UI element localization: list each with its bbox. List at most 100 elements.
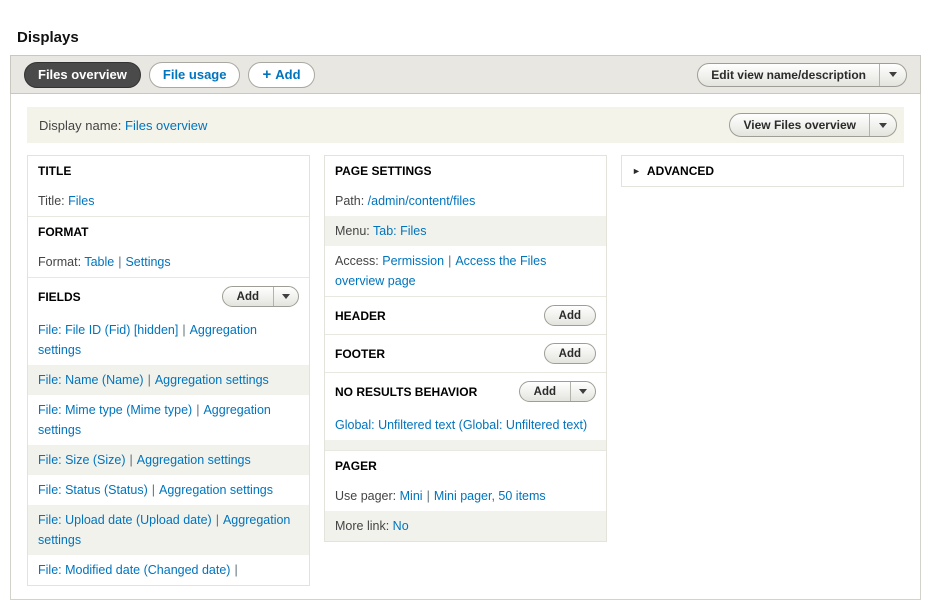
- format-heading-label: FORMAT: [38, 225, 88, 239]
- pager-heading: PAGER: [325, 451, 606, 481]
- view-files-overview-button[interactable]: View Files overview: [730, 114, 869, 136]
- no-results-add-button-group: Add: [519, 381, 596, 402]
- field-row-file-id: File: File ID (Fid) [hidden]|Aggregation…: [28, 315, 309, 365]
- no-results-heading-label: NO RESULTS BEHAVIOR: [335, 385, 477, 399]
- view-edit-panel: Display name: Files overview View Files …: [10, 94, 921, 600]
- menu-label: Menu:: [335, 224, 370, 238]
- right-column: ► ADVANCED: [621, 155, 904, 187]
- use-pager-label: Use pager:: [335, 489, 396, 503]
- field-link[interactable]: File: Name (Name): [38, 373, 144, 387]
- displays-tab-bar: Files overview File usage + Add Edit vie…: [10, 55, 921, 94]
- no-results-add-button[interactable]: Add: [520, 382, 570, 401]
- settings-columns: TITLE Title: Files FORMAT Format: Table|…: [27, 155, 904, 586]
- aggregation-settings-link[interactable]: Aggregation settings: [137, 453, 251, 467]
- access-label: Access:: [335, 254, 379, 268]
- title-row: Title: Files: [28, 186, 309, 216]
- format-section: FORMAT Format: Table|Settings: [28, 216, 309, 277]
- separator: |: [212, 513, 223, 527]
- edit-view-name-description-button-group: Edit view name/description: [697, 63, 907, 87]
- header-section-heading: HEADER Add: [325, 297, 606, 334]
- view-files-overview-button-group: View Files overview: [729, 113, 897, 137]
- more-link-row: More link: No: [325, 511, 606, 541]
- fields-add-dropdown-toggle[interactable]: [273, 287, 298, 306]
- access-row: Access: Permission|Access the Files over…: [325, 246, 606, 296]
- title-value-link[interactable]: Files: [68, 194, 94, 208]
- chevron-down-icon: [879, 123, 887, 128]
- fields-heading-label: FIELDS: [38, 290, 81, 304]
- separator: |: [192, 403, 203, 417]
- edit-view-dropdown-toggle[interactable]: [879, 64, 906, 86]
- header-add-button[interactable]: Add: [545, 306, 595, 325]
- field-link[interactable]: File: Modified date (Changed date): [38, 563, 230, 577]
- aggregation-settings-link[interactable]: Aggregation settings: [159, 483, 273, 497]
- no-results-behavior-section: NO RESULTS BEHAVIOR Add Global: Unfilter…: [325, 372, 606, 450]
- advanced-toggle[interactable]: ► ADVANCED: [622, 156, 903, 186]
- page-title: Displays: [17, 29, 935, 46]
- footer-section-heading: FOOTER Add: [325, 335, 606, 372]
- title-label: Title:: [38, 194, 65, 208]
- display-name-bar: Display name: Files overview View Files …: [27, 107, 904, 143]
- field-link[interactable]: File: File ID (Fid) [hidden]: [38, 323, 178, 337]
- separator: |: [423, 489, 434, 503]
- collapsed-arrow-icon: ►: [632, 166, 641, 176]
- tab-file-usage[interactable]: File usage: [149, 62, 241, 88]
- left-column: TITLE Title: Files FORMAT Format: Table|…: [27, 155, 310, 586]
- format-settings-link[interactable]: Settings: [125, 255, 170, 269]
- format-table-link[interactable]: Table: [84, 255, 114, 269]
- page-settings-heading-label: PAGE SETTINGS: [335, 164, 431, 178]
- chevron-down-icon: [282, 294, 290, 299]
- no-results-row: Global: Unfiltered text (Global: Unfilte…: [325, 410, 606, 440]
- access-permission-link[interactable]: Permission: [382, 254, 444, 268]
- field-link[interactable]: File: Mime type (Mime type): [38, 403, 192, 417]
- no-results-add-dropdown-toggle[interactable]: [570, 382, 595, 401]
- field-link[interactable]: File: Upload date (Upload date): [38, 513, 212, 527]
- fields-section-heading: FIELDS Add: [28, 278, 309, 315]
- format-section-heading: FORMAT: [28, 217, 309, 247]
- fields-add-button-group: Add: [222, 286, 299, 307]
- field-row-modified-date: File: Modified date (Changed date)|: [28, 555, 309, 585]
- tab-file-usage-label: File usage: [163, 67, 227, 82]
- path-row: Path: /admin/content/files: [325, 186, 606, 216]
- separator: |: [144, 373, 155, 387]
- more-link-label: More link:: [335, 519, 389, 533]
- menu-row: Menu: Tab: Files: [325, 216, 606, 246]
- shaded-spacer: [325, 440, 606, 450]
- header-section: HEADER Add: [325, 296, 606, 334]
- use-pager-row: Use pager: Mini|Mini pager, 50 items: [325, 481, 606, 511]
- edit-view-name-description-button[interactable]: Edit view name/description: [698, 64, 879, 86]
- field-row-size: File: Size (Size)|Aggregation settings: [28, 445, 309, 475]
- global-unfiltered-text-link[interactable]: Global: Unfiltered text (Global: Unfilte…: [335, 418, 587, 432]
- display-name-link[interactable]: Files overview: [125, 118, 207, 133]
- add-display-label: Add: [275, 67, 300, 82]
- footer-add-button[interactable]: Add: [545, 344, 595, 363]
- pager-settings-link[interactable]: Mini pager, 50 items: [434, 489, 546, 503]
- footer-heading-label: FOOTER: [335, 347, 385, 361]
- footer-section: FOOTER Add: [325, 334, 606, 372]
- tab-files-overview-label: Files overview: [38, 67, 127, 82]
- fields-add-button[interactable]: Add: [223, 287, 273, 306]
- middle-column: PAGE SETTINGS Path: /admin/content/files…: [324, 155, 607, 542]
- use-pager-mini-link[interactable]: Mini: [400, 489, 423, 503]
- tab-files-overview[interactable]: Files overview: [24, 62, 141, 88]
- view-files-overview-dropdown-toggle[interactable]: [869, 114, 896, 136]
- field-row-status: File: Status (Status)|Aggregation settin…: [28, 475, 309, 505]
- field-row-name: File: Name (Name)|Aggregation settings: [28, 365, 309, 395]
- plus-icon: +: [262, 67, 271, 82]
- path-link[interactable]: /admin/content/files: [368, 194, 476, 208]
- format-row: Format: Table|Settings: [28, 247, 309, 277]
- aggregation-settings-link[interactable]: Aggregation settings: [155, 373, 269, 387]
- title-section-heading: TITLE: [28, 156, 309, 186]
- title-heading-label: TITLE: [38, 164, 71, 178]
- field-link[interactable]: File: Status (Status): [38, 483, 148, 497]
- footer-add-button-group: Add: [544, 343, 596, 364]
- header-add-button-group: Add: [544, 305, 596, 326]
- menu-link[interactable]: Tab: Files: [373, 224, 427, 238]
- more-link-value-link[interactable]: No: [393, 519, 409, 533]
- chevron-down-icon: [889, 72, 897, 77]
- field-row-mime-type: File: Mime type (Mime type)|Aggregation …: [28, 395, 309, 445]
- title-section: TITLE Title: Files: [28, 156, 309, 216]
- add-display-button[interactable]: + Add: [248, 62, 314, 88]
- field-row-upload-date: File: Upload date (Upload date)|Aggregat…: [28, 505, 309, 555]
- pager-section: PAGER Use pager: Mini|Mini pager, 50 ite…: [325, 450, 606, 541]
- field-link[interactable]: File: Size (Size): [38, 453, 126, 467]
